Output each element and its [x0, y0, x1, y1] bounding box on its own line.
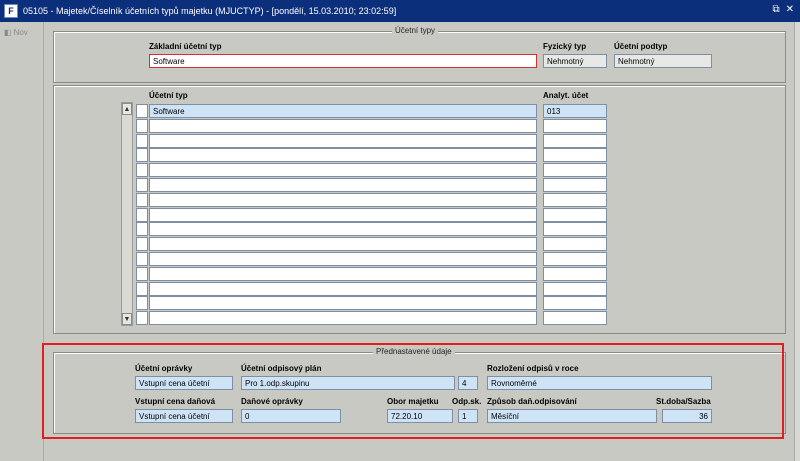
table-cell-analyt-ucet[interactable]	[543, 237, 607, 251]
table-cell-ucetni-typ[interactable]	[149, 178, 537, 192]
ucetni-podtyp-label: Účetní podtyp	[614, 42, 668, 51]
table-cell-analyt-ucet[interactable]	[543, 252, 607, 266]
fyzicky-typ-field[interactable]: Nehmotný	[543, 54, 607, 68]
row-indicator[interactable]	[136, 282, 148, 296]
table-cell-analyt-ucet[interactable]	[543, 208, 607, 222]
table-cell-ucetni-typ[interactable]	[149, 311, 537, 325]
table-cell-ucetni-typ[interactable]	[149, 237, 537, 251]
table-cell-ucetni-typ[interactable]	[149, 163, 537, 177]
close-icon[interactable]: ✕	[786, 4, 794, 15]
row-indicator[interactable]	[136, 178, 148, 192]
scroll-up-icon[interactable]: ▲	[122, 103, 132, 115]
table-cell-ucetni-typ[interactable]	[149, 282, 537, 296]
table-cell-ucetni-typ[interactable]	[149, 119, 537, 133]
row-indicator[interactable]	[136, 237, 148, 251]
restore-icon[interactable]: ⧉	[772, 4, 779, 15]
window-titlebar: F 05105 - Majetek/Číselník účetních typů…	[0, 0, 800, 22]
table-cell-ucetni-typ[interactable]: Software	[149, 104, 537, 118]
row-indicator[interactable]	[136, 222, 148, 236]
table-cell-analyt-ucet[interactable]	[543, 119, 607, 133]
left-toolbar: ◧ Nov	[0, 22, 44, 461]
zakladni-ucetni-typ-label: Základní účetní typ	[149, 42, 222, 51]
group-title-ucetni-typy: Účetní typy	[392, 26, 439, 35]
window-title: 05105 - Majetek/Číselník účetních typů m…	[23, 6, 397, 16]
row-indicator[interactable]	[136, 104, 148, 118]
new-button[interactable]: ◧ Nov	[4, 28, 28, 37]
scroll-down-icon[interactable]: ▼	[122, 313, 132, 325]
table-cell-ucetni-typ[interactable]	[149, 267, 537, 281]
table-cell-analyt-ucet[interactable]	[543, 163, 607, 177]
table-cell-ucetni-typ[interactable]	[149, 134, 537, 148]
table-cell-analyt-ucet[interactable]	[543, 282, 607, 296]
table-cell-ucetni-typ[interactable]	[149, 296, 537, 310]
row-indicator[interactable]	[136, 208, 148, 222]
table-cell-analyt-ucet[interactable]: 013	[543, 104, 607, 118]
app-icon: F	[4, 4, 18, 18]
row-indicator[interactable]	[136, 252, 148, 266]
row-indicator[interactable]	[136, 148, 148, 162]
table-cell-analyt-ucet[interactable]	[543, 311, 607, 325]
table-cell-analyt-ucet[interactable]	[543, 148, 607, 162]
table-cell-ucetni-typ[interactable]	[149, 148, 537, 162]
table-cell-analyt-ucet[interactable]	[543, 134, 607, 148]
col-header-ucetni-typ: Účetní typ	[149, 91, 188, 100]
row-indicator[interactable]	[136, 193, 148, 207]
table-cell-ucetni-typ[interactable]	[149, 252, 537, 266]
table-cell-analyt-ucet[interactable]	[543, 267, 607, 281]
zakladni-ucetni-typ-field[interactable]: Software	[149, 54, 537, 68]
row-indicator[interactable]	[136, 296, 148, 310]
row-indicator[interactable]	[136, 119, 148, 133]
right-edge	[794, 22, 800, 461]
table-cell-ucetni-typ[interactable]	[149, 222, 537, 236]
table-cell-analyt-ucet[interactable]	[543, 178, 607, 192]
table-cell-ucetni-typ[interactable]	[149, 208, 537, 222]
highlight-frame	[42, 343, 784, 439]
col-header-analyt-ucet: Analyt. účet	[543, 91, 589, 100]
table-cell-ucetni-typ[interactable]	[149, 193, 537, 207]
new-button-label: Nov	[13, 28, 28, 37]
table-cell-analyt-ucet[interactable]	[543, 296, 607, 310]
row-indicator[interactable]	[136, 267, 148, 281]
table-cell-analyt-ucet[interactable]	[543, 193, 607, 207]
ucetni-podtyp-field[interactable]: Nehmotný	[614, 54, 712, 68]
row-indicator[interactable]	[136, 163, 148, 177]
fyzicky-typ-label: Fyzický typ	[543, 42, 587, 51]
table-cell-analyt-ucet[interactable]	[543, 222, 607, 236]
row-indicator[interactable]	[136, 134, 148, 148]
row-indicator[interactable]	[136, 311, 148, 325]
table-scrollbar[interactable]: ▲ ▼	[121, 102, 133, 326]
new-record-icon: ◧	[4, 28, 12, 37]
